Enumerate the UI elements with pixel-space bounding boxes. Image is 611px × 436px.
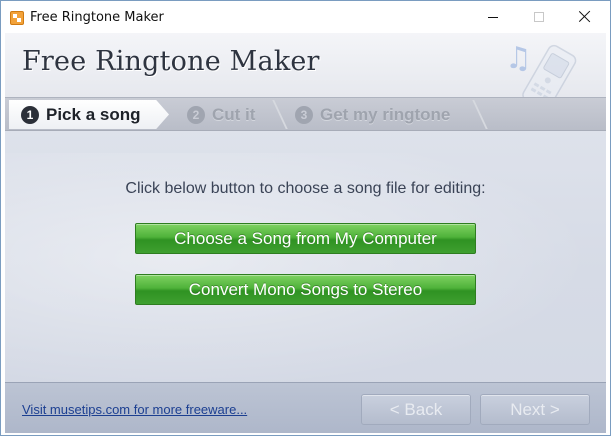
footer-bar: Visit musetips.com for more freeware... … xyxy=(5,382,606,433)
maximize-button[interactable] xyxy=(516,1,562,33)
choose-song-button[interactable]: Choose a Song from My Computer xyxy=(135,223,476,254)
step-label: Pick a song xyxy=(46,104,141,124)
minimize-button[interactable] xyxy=(470,1,516,33)
step-label: Get my ringtone xyxy=(320,104,451,124)
header-banner: Free Ringtone Maker ♫ xyxy=(5,33,606,111)
step-label: Cut it xyxy=(212,104,256,124)
maximize-icon xyxy=(534,12,544,22)
step-number-badge: 2 xyxy=(187,105,205,124)
app-heading: Free Ringtone Maker xyxy=(22,46,320,77)
close-button[interactable] xyxy=(562,1,608,33)
instruction-text: Click below button to choose a song file… xyxy=(125,180,486,197)
window-title: Free Ringtone Maker xyxy=(30,10,164,25)
client-area: Free Ringtone Maker ♫ 1 Pick a song 2 Cu… xyxy=(5,33,606,433)
step-number-badge: 3 xyxy=(295,105,313,124)
steps-bar: 1 Pick a song 2 Cut it 3 Get my ringtone xyxy=(5,97,606,131)
back-button[interactable]: < Back xyxy=(361,394,471,425)
step-get-my-ringtone[interactable]: 3 Get my ringtone xyxy=(283,100,483,129)
app-icon xyxy=(10,11,24,25)
step-number-badge: 1 xyxy=(21,105,39,124)
step-pick-a-song[interactable]: 1 Pick a song xyxy=(9,100,169,129)
next-button[interactable]: Next > xyxy=(480,394,590,425)
step-cut-it[interactable]: 2 Cut it xyxy=(175,100,275,129)
close-icon xyxy=(579,10,591,22)
minimize-icon xyxy=(488,17,498,18)
musetips-link[interactable]: Visit musetips.com for more freeware... xyxy=(22,402,247,417)
app-window: Free Ringtone Maker Free Ringtone Maker … xyxy=(0,0,611,436)
convert-mono-button[interactable]: Convert Mono Songs to Stereo xyxy=(135,274,476,305)
title-bar[interactable]: Free Ringtone Maker xyxy=(1,1,610,33)
